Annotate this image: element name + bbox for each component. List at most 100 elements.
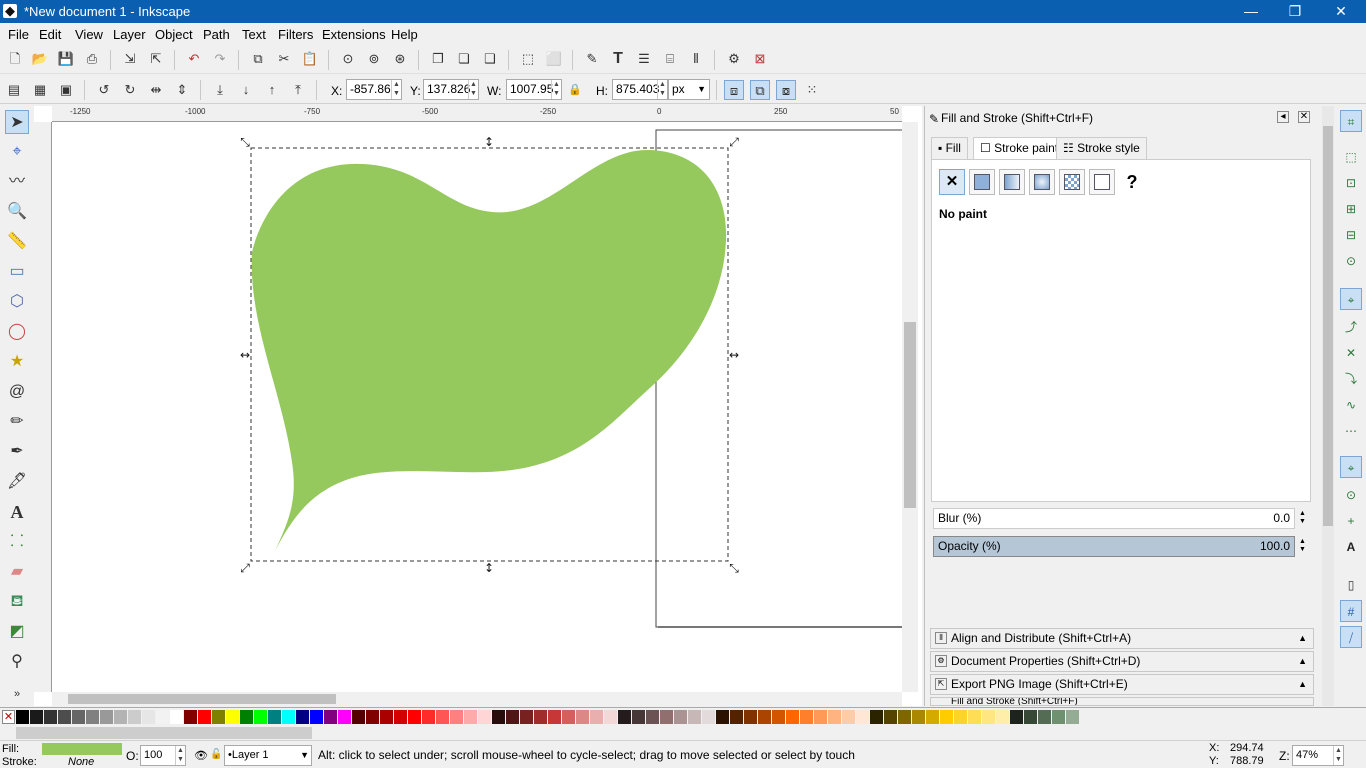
layer-visibility-icon[interactable]: 👁 [194, 749, 208, 762]
tab-fill[interactable]: ▪ Fill [931, 137, 968, 160]
layer-selector[interactable]: •Layer 1 ▼ [224, 745, 312, 766]
scale-handle-icon[interactable]: ⤡ [729, 561, 739, 575]
snap-text-baseline-icon[interactable]: A [1340, 536, 1362, 558]
rotate-cw-icon[interactable]: ↻ [120, 80, 140, 100]
menu-layer[interactable]: Layer [113, 27, 146, 42]
tab-stroke-paint[interactable]: ☐ Stroke paint [973, 137, 1066, 160]
menu-text[interactable]: Text [242, 27, 266, 42]
zoom-tool-icon[interactable]: 🔍 [5, 200, 29, 224]
dropper-tool-icon[interactable]: ⚲ [5, 650, 29, 674]
spin-arrows-icon[interactable]: ▲ ▼ [175, 746, 185, 765]
color-swatch[interactable] [156, 710, 169, 724]
dock-collapse-icon[interactable]: ◂ [1277, 111, 1289, 123]
select-all-layers-icon[interactable]: ▦ [30, 80, 50, 100]
color-swatch[interactable] [408, 710, 421, 724]
color-swatch[interactable] [86, 710, 99, 724]
node-tool-icon[interactable]: ⌖ [5, 140, 29, 164]
color-swatch[interactable] [114, 710, 127, 724]
fill-stroke-dialog-collapsed[interactable]: Fill and Stroke (Shift+Ctrl+F) [930, 697, 1314, 706]
gradient-tool-icon[interactable]: ◩ [5, 620, 29, 644]
scale-handle-icon[interactable]: ↔ [240, 348, 250, 362]
snap-bbox-icon[interactable]: ⬚ [1340, 146, 1362, 168]
star-tool-icon[interactable]: ★ [5, 350, 29, 374]
deselect-icon[interactable]: ▣ [56, 80, 76, 100]
color-swatch[interactable] [506, 710, 519, 724]
color-swatch[interactable] [1038, 710, 1051, 724]
lower-icon[interactable]: ↓ [236, 80, 256, 100]
color-swatch[interactable] [282, 710, 295, 724]
color-swatch[interactable] [520, 710, 533, 724]
scale-handle-icon[interactable]: ↕ [484, 135, 494, 149]
color-swatch[interactable] [212, 710, 225, 724]
color-swatch[interactable] [142, 710, 155, 724]
color-swatch[interactable] [422, 710, 435, 724]
zoom-page-icon[interactable]: ⊛ [390, 49, 410, 69]
color-swatch[interactable] [618, 710, 631, 724]
pen-tool-icon[interactable]: ✒ [5, 440, 29, 464]
color-swatch[interactable] [1066, 710, 1079, 724]
snap-midpoints-icon[interactable]: ⋯ [1340, 420, 1362, 442]
tab-stroke-style[interactable]: ☷ Stroke style [1056, 137, 1147, 160]
canvas-area[interactable]: -1250 -1000 -750 -500 -250 0 250 50 ⤡ ↕ … [34, 106, 922, 706]
redo-icon[interactable]: ↷ [210, 49, 230, 69]
menu-filters[interactable]: Filters [278, 27, 313, 42]
spin-arrows-icon[interactable]: ▲ ▼ [391, 80, 401, 99]
color-swatch[interactable] [688, 710, 701, 724]
eraser-tool-icon[interactable]: ▰ [5, 560, 29, 584]
zoom-drawing-icon[interactable]: ⊚ [364, 49, 384, 69]
color-swatch[interactable] [674, 710, 687, 724]
color-swatch[interactable] [100, 710, 113, 724]
palette-scrollbar[interactable] [16, 727, 312, 739]
snap-path-intersection-icon[interactable]: ✕ [1340, 342, 1362, 364]
spray-tool-icon[interactable]: ⸬ [5, 530, 29, 554]
color-swatch[interactable] [912, 710, 925, 724]
ungroup-icon[interactable]: ⬜ [544, 49, 564, 69]
expand-icon[interactable]: ▲ [1298, 652, 1307, 671]
lock-icon[interactable]: 🔒 [565, 80, 585, 100]
unlink-clone-icon[interactable]: ❑ [480, 49, 500, 69]
snap-bbox-edge-icon[interactable]: ⊡ [1340, 172, 1362, 194]
xml-editor-icon[interactable]: ⌸ [660, 49, 680, 69]
snap-nodes-icon[interactable]: ⌖ [1340, 288, 1362, 310]
print-icon[interactable]: ⎙ [82, 49, 102, 69]
dock-close-icon[interactable]: ✕ [1298, 111, 1310, 123]
zoom-selection-icon[interactable]: ⊙ [338, 49, 358, 69]
radial-gradient-icon[interactable] [1029, 169, 1055, 195]
color-swatch[interactable] [478, 710, 491, 724]
tweak-tool-icon[interactable]: 〰 [5, 170, 29, 194]
opacity-field[interactable]: Opacity (%) 100.0 [933, 536, 1295, 557]
scale-corners-icon[interactable]: ⧉ [750, 80, 770, 100]
open-icon[interactable]: 📂 [30, 49, 50, 69]
copy-icon[interactable]: ⧉ [248, 49, 268, 69]
y-field[interactable]: 137.826 ▲ ▼ [423, 79, 479, 100]
export-png-dialog[interactable]: ⇱ Export PNG Image (Shift+Ctrl+E) ▲ [930, 674, 1314, 695]
snap-bbox-center-icon[interactable]: ⊙ [1340, 250, 1362, 272]
maximize-button[interactable]: ❐ [1272, 0, 1318, 23]
color-swatch[interactable] [16, 710, 29, 724]
linear-gradient-icon[interactable] [999, 169, 1025, 195]
rectangle-tool-icon[interactable]: ▭ [5, 260, 29, 284]
color-swatch[interactable] [926, 710, 939, 724]
scale-handle-icon[interactable]: ↕ [484, 561, 494, 575]
selector-tool-icon[interactable]: ➤ [5, 110, 29, 134]
measure-tool-icon[interactable]: 📏 [5, 230, 29, 254]
flip-horizontal-icon[interactable]: ⇹ [146, 80, 166, 100]
snap-rotation-center-icon[interactable]: + [1340, 510, 1362, 532]
color-swatch[interactable] [730, 710, 743, 724]
no-paint-icon[interactable]: ✕ [939, 169, 965, 195]
menu-path[interactable]: Path [203, 27, 230, 42]
color-swatch[interactable] [716, 710, 729, 724]
color-swatch[interactable] [562, 710, 575, 724]
color-swatch[interactable] [982, 710, 995, 724]
scrollbar-thumb[interactable] [904, 322, 916, 508]
color-swatch[interactable] [800, 710, 813, 724]
color-swatch[interactable] [366, 710, 379, 724]
color-swatch[interactable] [548, 710, 561, 724]
color-swatch[interactable] [786, 710, 799, 724]
calligraphy-tool-icon[interactable]: 🖋 [5, 470, 29, 494]
color-swatch[interactable] [324, 710, 337, 724]
export-icon[interactable]: ⇱ [146, 49, 166, 69]
move-gradients-icon[interactable]: ⧇ [776, 80, 796, 100]
color-swatch[interactable] [436, 710, 449, 724]
fill-stroke-icon[interactable]: ✎ [582, 49, 602, 69]
